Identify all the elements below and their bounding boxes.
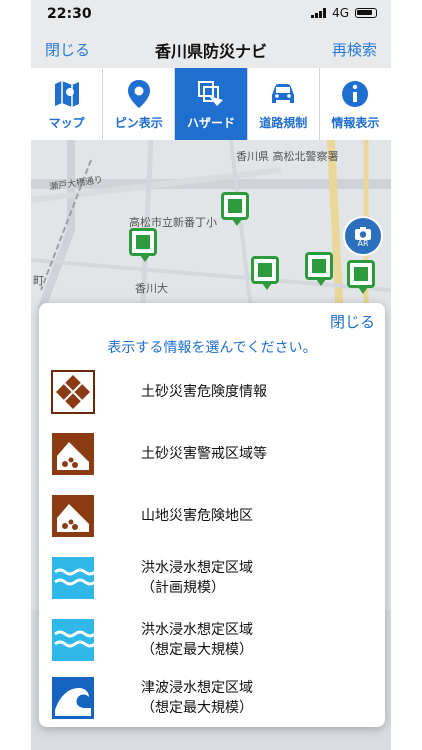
status-bar: 22:30 4G — [31, 0, 391, 30]
tab-label: 情報表示 — [331, 115, 380, 130]
option-label-line2: （想定最大規模） — [141, 700, 253, 716]
tab-label: ピン表示 — [114, 115, 163, 130]
location-pin-icon — [127, 79, 150, 108]
evacuation-pin[interactable] — [347, 260, 375, 294]
camera-icon — [355, 227, 371, 240]
map-label-university: 香川大 — [135, 282, 168, 295]
status-time: 22:30 — [47, 6, 92, 22]
option-label-line1: 土砂災害警戒区域等 — [141, 446, 267, 462]
evacuation-icon — [258, 263, 272, 277]
evacuation-icon — [312, 259, 326, 273]
tab-map[interactable]: マップ — [31, 68, 104, 140]
sheet-close-button[interactable]: 閉じる — [330, 311, 375, 332]
tab-info[interactable]: 情報表示 — [320, 68, 391, 140]
flood-icon — [52, 557, 95, 599]
close-nav-button[interactable]: 閉じる — [45, 39, 90, 60]
navigation-bar: 閉じる 香川県防災ナビ 再検索 — [31, 30, 391, 68]
network-type: 4G — [332, 6, 349, 20]
landslide-risk-icon — [51, 370, 95, 414]
evacuation-pin[interactable] — [305, 252, 333, 286]
flood-icon — [52, 619, 95, 661]
option-label-line2: （計画規模） — [141, 580, 225, 596]
option-flood-planned-scale[interactable]: 洪水浸水想定区域 （計画規模） — [51, 555, 381, 601]
option-label: 洪水浸水想定区域 （計画規模） — [141, 558, 253, 598]
tab-label: ハザード — [187, 115, 236, 130]
battery-icon — [355, 8, 377, 18]
option-label-line1: 洪水浸水想定区域 — [141, 622, 253, 638]
tab-road[interactable]: 道路規制 — [248, 68, 320, 140]
evacuation-pin[interactable] — [129, 228, 157, 262]
info-icon — [342, 80, 369, 107]
mountain-hazard-icon — [52, 495, 94, 537]
phone-screen: 22:30 4G 閉じる 香川県防災ナビ 再検索 マップ ピン表示 ハザード 道… — [31, 0, 391, 750]
evacuation-icon — [136, 235, 150, 249]
layers-icon — [198, 80, 223, 106]
map-label-police: 香川県 高松北警察署 — [236, 150, 339, 163]
option-label-line2: （想定最大規模） — [141, 642, 253, 658]
map-icon — [54, 80, 79, 107]
research-button[interactable]: 再検索 — [332, 39, 377, 60]
option-label: 山地災害危険地区 — [141, 506, 253, 526]
ar-camera-button[interactable]: AR — [343, 216, 383, 256]
option-mountain-hazard[interactable]: 山地災害危険地区 — [51, 493, 381, 539]
option-label: 土砂災害警戒区域等 — [141, 444, 267, 464]
tab-label: マップ — [48, 115, 85, 130]
car-icon — [272, 83, 295, 103]
toolbar-tabs: マップ ピン表示 ハザード 道路規制 情報表示 — [31, 68, 391, 141]
evacuation-icon — [228, 199, 242, 213]
evacuation-icon — [354, 267, 368, 281]
tab-label: 道路規制 — [259, 115, 308, 130]
tsunami-icon — [52, 677, 94, 719]
option-label: 土砂災害危険度情報 — [141, 382, 267, 402]
evacuation-pin[interactable] — [221, 192, 249, 226]
option-label: 津波浸水想定区域 （想定最大規模） — [141, 678, 253, 718]
tab-hazard[interactable]: ハザード — [175, 68, 248, 140]
option-label-line1: 洪水浸水想定区域 — [141, 560, 253, 576]
signal-icon — [311, 8, 327, 18]
tab-pin[interactable]: ピン表示 — [103, 68, 176, 140]
landslide-zone-icon — [52, 433, 94, 475]
sheet-prompt: 表示する情報を選んでください。 — [107, 340, 317, 356]
option-landslide-risk[interactable]: 土砂災害危険度情報 — [51, 369, 381, 415]
map-label-town: 町 — [33, 274, 44, 287]
option-label: 洪水浸水想定区域 （想定最大規模） — [141, 620, 253, 660]
hazard-selection-sheet: 閉じる 表示する情報を選んでください。 土砂災害危険度情報 土砂災害警戒区域等 … — [39, 303, 385, 727]
option-label-line1: 土砂災害危険度情報 — [141, 384, 267, 400]
option-flood-maximum-scale[interactable]: 洪水浸水想定区域 （想定最大規模） — [51, 617, 381, 663]
option-landslide-warning-zone[interactable]: 土砂災害警戒区域等 — [51, 431, 381, 477]
option-label-line1: 山地災害危険地区 — [141, 508, 253, 524]
option-label-line1: 津波浸水想定区域 — [141, 680, 253, 696]
evacuation-pin[interactable] — [251, 256, 279, 290]
status-indicators: 4G — [311, 6, 377, 20]
option-tsunami-maximum-scale[interactable]: 津波浸水想定区域 （想定最大規模） — [51, 675, 381, 721]
